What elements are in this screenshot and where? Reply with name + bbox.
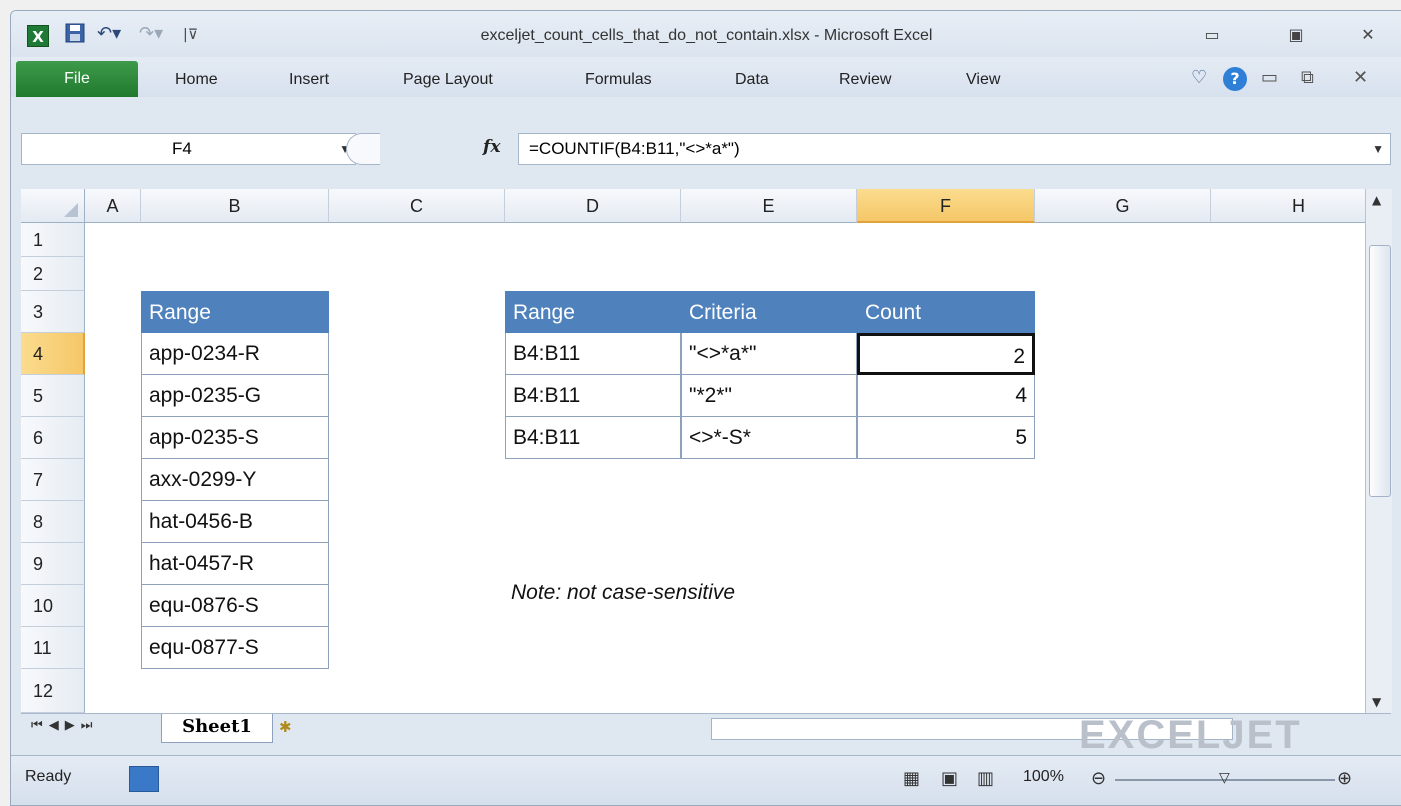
vertical-scrollbar[interactable]: ▲ ▼	[1365, 189, 1392, 713]
name-box-value: F4	[172, 139, 192, 158]
help-icon[interactable]: ?	[1223, 67, 1247, 91]
row-header-4[interactable]: 4	[21, 333, 85, 375]
select-all-corner[interactable]	[21, 189, 85, 223]
column-header-f[interactable]: F	[857, 189, 1035, 223]
tab-data[interactable]: Data	[735, 71, 769, 89]
range-cell-b8[interactable]: hat-0456-B	[141, 501, 329, 543]
scroll-down-icon[interactable]: ▼	[1372, 695, 1381, 709]
window-title: exceljet_count_cells_that_do_not_contain…	[480, 27, 933, 44]
column-header-a[interactable]: A	[85, 189, 141, 223]
tab-formulas[interactable]: Formulas	[585, 71, 652, 89]
row-header-9[interactable]: 9	[21, 543, 85, 585]
excel-window: X ↶▾ ↷▾ |⊽ exceljet_count_cells_that_do_…	[10, 10, 1401, 806]
range-cell-b6[interactable]: app-0235-S	[141, 417, 329, 459]
minimize-icon[interactable]: ▭	[1197, 25, 1227, 45]
close-icon[interactable]: ✕	[1353, 25, 1383, 45]
formula-text: =COUNTIF(B4:B11,"<>*a*")	[529, 139, 740, 158]
range-cell-b4[interactable]: app-0234-R	[141, 333, 329, 375]
summary-criteria-cell[interactable]: "*2*"	[681, 375, 857, 417]
column-header-b[interactable]: B	[141, 189, 329, 223]
ribbon-tabs: File Home Insert Page Layout Formulas Da…	[11, 57, 1401, 98]
row-header-5[interactable]: 5	[21, 375, 85, 417]
formula-input[interactable]: =COUNTIF(B4:B11,"<>*a*") ▼	[518, 133, 1391, 165]
zoom-in-icon[interactable]: ⊕	[1337, 768, 1352, 789]
row-header-12[interactable]: 12	[21, 669, 85, 713]
page-break-view-icon[interactable]: ▥	[977, 768, 994, 789]
summary-header-range[interactable]: Range	[505, 291, 681, 333]
range-cell-b7[interactable]: axx-0299-Y	[141, 459, 329, 501]
workbook-close-icon[interactable]: ✕	[1353, 67, 1368, 88]
expand-formula-icon[interactable]: ▼	[1372, 134, 1384, 164]
range-cell-b11[interactable]: equ-0877-S	[141, 627, 329, 669]
tab-insert[interactable]: Insert	[289, 71, 329, 89]
minimize-ribbon-icon[interactable]: ♡	[1191, 67, 1207, 88]
column-header-d[interactable]: D	[505, 189, 681, 223]
insert-function-icon[interactable]: fx	[483, 137, 500, 157]
sheet-tab-sheet1[interactable]: Sheet1	[161, 714, 273, 743]
row-header-10[interactable]: 10	[21, 585, 85, 627]
summary-range-cell[interactable]: B4:B11	[505, 333, 681, 375]
maximize-icon[interactable]: ▣	[1281, 25, 1311, 45]
note-text: Note: not case-sensitive	[511, 581, 736, 604]
zoom-out-icon[interactable]: ⊖	[1091, 768, 1106, 789]
row-header-11[interactable]: 11	[21, 627, 85, 669]
tab-file[interactable]: File	[16, 61, 138, 97]
vertical-scroll-thumb[interactable]	[1369, 245, 1391, 497]
workbook-minimize-icon[interactable]: ▭	[1261, 67, 1278, 88]
name-box[interactable]: F4 ▼	[21, 133, 356, 165]
summary-count-cell[interactable]: 5	[857, 417, 1035, 459]
status-bar: Ready ▦ ▣ ▥ 100% ⊖ ▽ ⊕	[11, 755, 1401, 805]
formula-bar: F4 ▼ fx =COUNTIF(B4:B11,"<>*a*") ▼	[11, 97, 1401, 175]
scroll-up-icon[interactable]: ▲	[1372, 193, 1381, 207]
column-header-h[interactable]: H	[1211, 189, 1365, 223]
row-header-8[interactable]: 8	[21, 501, 85, 543]
summary-range-cell[interactable]: B4:B11	[505, 417, 681, 459]
title-bar: X ↶▾ ↷▾ |⊽ exceljet_count_cells_that_do_…	[11, 11, 1401, 57]
summary-header-criteria[interactable]: Criteria	[681, 291, 857, 333]
summary-range-cell[interactable]: B4:B11	[505, 375, 681, 417]
row-header-1[interactable]: 1	[21, 223, 85, 257]
range-cell-b9[interactable]: hat-0457-R	[141, 543, 329, 585]
summary-criteria-cell[interactable]: "<>*a*"	[681, 333, 857, 375]
summary-criteria-cell[interactable]: <>*-S*	[681, 417, 857, 459]
column-header-g[interactable]: G	[1035, 189, 1211, 223]
range-cell-b5[interactable]: app-0235-G	[141, 375, 329, 417]
range-cell-b10[interactable]: equ-0876-S	[141, 585, 329, 627]
sheet-nav-icon[interactable]: ⏮◀▶⏭	[31, 718, 98, 733]
row-header-3[interactable]: 3	[21, 291, 85, 333]
active-count-cell-f4[interactable]: 2	[857, 333, 1035, 375]
tab-review[interactable]: Review	[839, 71, 891, 89]
summary-header-count[interactable]: Count	[857, 291, 1035, 333]
tab-view[interactable]: View	[966, 71, 1000, 89]
range-header-cell[interactable]: Range	[141, 291, 329, 333]
column-header-e[interactable]: E	[681, 189, 857, 223]
worksheet-grid[interactable]: A B C D E F G H 1 2 3 4 5 6 7 8 9 10 11 …	[21, 189, 1365, 713]
summary-count-cell[interactable]: 4	[857, 375, 1035, 417]
tab-page-layout[interactable]: Page Layout	[403, 71, 493, 89]
formula-bar-handle-icon[interactable]	[346, 133, 380, 165]
macro-record-icon[interactable]	[129, 766, 159, 792]
tab-home[interactable]: Home	[175, 71, 218, 89]
row-header-2[interactable]: 2	[21, 257, 85, 291]
exceljet-watermark: EXCELJET	[1079, 713, 1302, 757]
page-layout-view-icon[interactable]: ▣	[941, 768, 958, 789]
workbook-restore-icon[interactable]: ⧉	[1301, 67, 1314, 88]
normal-view-icon[interactable]: ▦	[903, 768, 920, 789]
status-ready: Ready	[25, 768, 72, 785]
row-header-6[interactable]: 6	[21, 417, 85, 459]
row-header-7[interactable]: 7	[21, 459, 85, 501]
column-header-c[interactable]: C	[329, 189, 505, 223]
insert-sheet-icon[interactable]: ✱	[279, 718, 292, 736]
zoom-level[interactable]: 100%	[1023, 768, 1064, 786]
zoom-slider-handle-icon[interactable]: ▽	[1219, 770, 1230, 786]
